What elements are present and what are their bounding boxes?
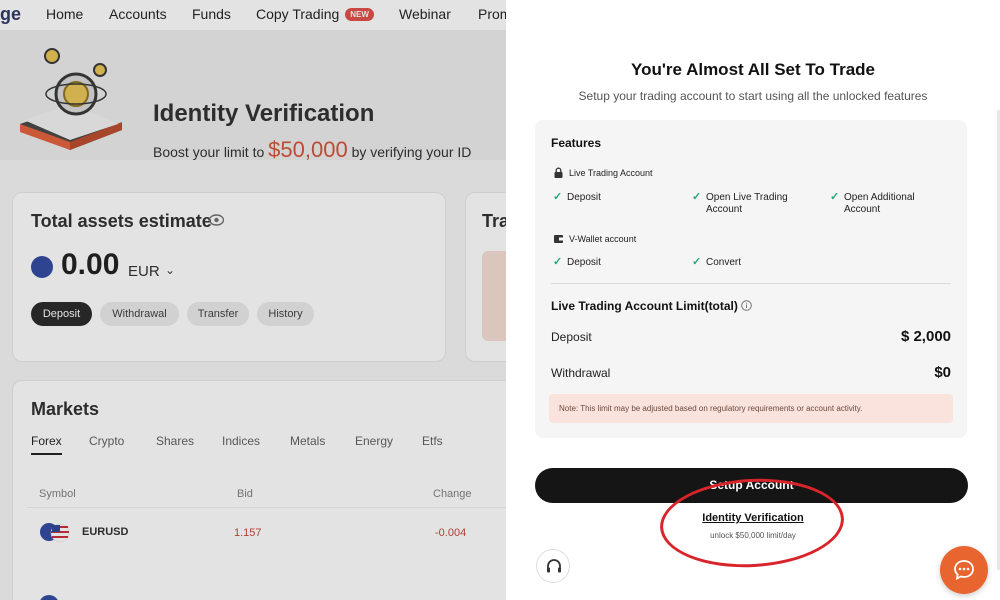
feature-label: Open Additional Account	[844, 192, 915, 215]
check-icon: ✓	[692, 191, 702, 203]
limit-title: Live Trading Account Limit(total)	[551, 299, 752, 313]
feature-label: Deposit	[567, 192, 601, 203]
chat-button[interactable]	[940, 546, 988, 594]
withdrawal-limit-value: $0	[934, 364, 951, 381]
wallet-label: V-Wallet account	[569, 234, 637, 244]
feature-item: ✓ Deposit	[553, 256, 673, 269]
check-icon: ✓	[553, 256, 563, 268]
features-panel: Features Live Trading Account ✓ Deposit …	[535, 120, 967, 438]
info-icon[interactable]	[741, 300, 752, 311]
lock-icon	[554, 167, 563, 178]
headset-icon	[547, 559, 561, 573]
live-account-section: Live Trading Account	[553, 167, 653, 178]
feature-item: ✓ Convert	[692, 256, 812, 269]
support-button[interactable]	[536, 549, 570, 583]
feature-label: Deposit	[567, 257, 601, 268]
live-account-label: Live Trading Account	[569, 168, 653, 178]
feature-label: Convert	[706, 257, 742, 268]
chat-icon	[954, 560, 974, 581]
feature-item: ✓ Open Live Trading Account	[692, 191, 812, 216]
check-icon: ✓	[692, 256, 702, 268]
wallet-icon	[554, 235, 563, 243]
limit-note: Note: This limit may be adjusted based o…	[549, 394, 953, 423]
withdrawal-limit-label: Withdrawal	[551, 366, 611, 380]
feature-item: ✓ Deposit	[553, 191, 673, 204]
limit-title-label: Live Trading Account Limit(total)	[551, 299, 738, 313]
check-icon: ✓	[553, 191, 563, 203]
setup-account-drawer: You're Almost All Set To Trade Setup you…	[506, 0, 1000, 600]
wallet-section: V-Wallet account	[553, 233, 636, 244]
check-icon: ✓	[830, 191, 840, 203]
divider	[551, 283, 951, 284]
deposit-limit-value: $ 2,000	[900, 328, 951, 345]
feature-item: ✓ Open Additional Account	[830, 191, 950, 216]
deposit-limit-label: Deposit	[551, 330, 592, 344]
drawer-title: You're Almost All Set To Trade	[631, 60, 875, 79]
feature-label: Open Live Trading Account	[706, 192, 788, 215]
modal-backdrop[interactable]	[0, 0, 506, 600]
features-heading: Features	[551, 136, 602, 150]
drawer-subtitle: Setup your trading account to start usin…	[578, 89, 928, 103]
